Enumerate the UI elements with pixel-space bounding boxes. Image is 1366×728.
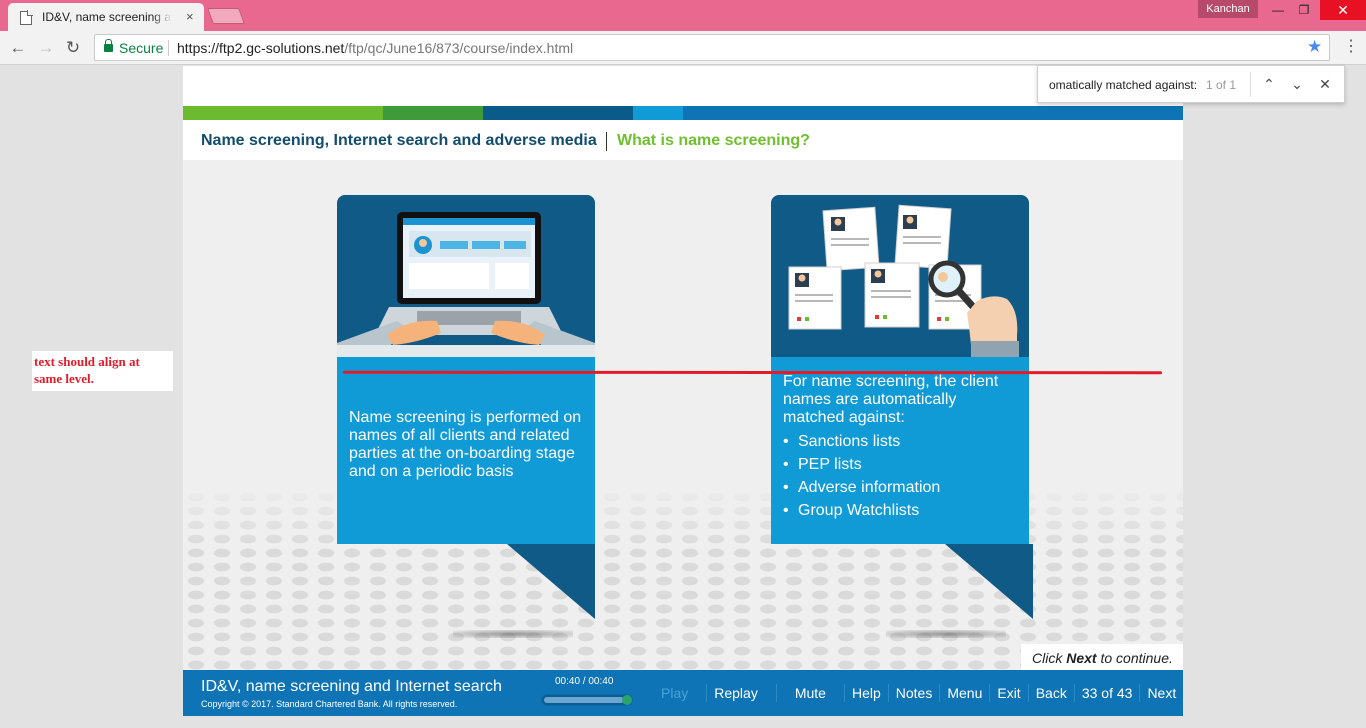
list-item: Adverse information xyxy=(783,479,940,497)
browser-menu-icon[interactable]: ⋮ xyxy=(1343,37,1359,57)
card-pointer xyxy=(507,544,595,619)
url-host: https://ftp2.gc-solutions.net xyxy=(177,40,345,56)
section-title: What is name screening? xyxy=(617,132,810,149)
playback-progress-bar[interactable] xyxy=(541,694,633,706)
find-match-count: 1 of 1 xyxy=(1206,78,1237,92)
player-footer: ID&V, name screening and Internet search… xyxy=(183,670,1183,716)
help-button[interactable]: Help xyxy=(843,684,888,702)
course-player: Name screening, Internet search and adve… xyxy=(183,66,1183,716)
document-icon xyxy=(20,10,33,25)
find-bar: omatically matched against: 1 of 1 ⌃ ⌄ ✕ xyxy=(1037,65,1345,103)
review-note: text should align at same level. xyxy=(32,351,173,391)
progress-knob[interactable] xyxy=(622,695,632,705)
new-tab-button[interactable] xyxy=(207,8,245,24)
notes-button[interactable]: Notes xyxy=(887,684,940,702)
right-card-intro: For name screening, the client names are… xyxy=(783,373,999,426)
menu-button[interactable]: Menu xyxy=(939,684,989,702)
color-strip xyxy=(183,106,1183,120)
strip-segment xyxy=(183,106,383,120)
list-item: Group Watchlists xyxy=(783,502,940,520)
restore-icon[interactable]: ❐ xyxy=(1290,0,1318,20)
left-card-text: Name screening is performed on names of … xyxy=(349,409,582,480)
page-counter: 33 of 43 xyxy=(1073,684,1140,702)
browser-toolbar: ← → ↻ Secure https://ftp2.gc-solutions.n… xyxy=(0,31,1366,65)
url-path: /ftp/qc/June16/873/course/index.html xyxy=(344,40,574,56)
progress-fill xyxy=(544,697,624,703)
secure-label: Secure xyxy=(119,40,164,56)
back-arrow-icon[interactable]: ← xyxy=(8,38,28,58)
player-nav: Play Replay Mute Help Notes Menu Exit Ba… xyxy=(649,670,1183,716)
back-button[interactable]: Back xyxy=(1027,684,1074,702)
exit-button[interactable]: Exit xyxy=(989,684,1027,702)
strip-segment xyxy=(483,106,633,120)
card-shadow xyxy=(453,630,573,638)
mute-button[interactable]: Mute xyxy=(775,684,844,702)
next-button[interactable]: Next xyxy=(1139,684,1183,702)
strip-segment xyxy=(633,106,683,120)
strip-segment xyxy=(683,106,1183,120)
card-shadow xyxy=(886,630,1006,638)
bookmark-star-icon[interactable]: ★ xyxy=(1307,37,1322,57)
reload-icon[interactable]: ↻ xyxy=(63,38,83,58)
list-item: Sanctions lists xyxy=(783,433,940,451)
floor-fade xyxy=(183,480,1183,550)
match-list: Sanctions lists PEP lists Adverse inform… xyxy=(783,433,940,525)
divider xyxy=(1250,72,1251,97)
course-title: Name screening, Internet search and adve… xyxy=(201,132,597,149)
list-item: PEP lists xyxy=(783,456,940,474)
forward-arrow-icon[interactable]: → xyxy=(36,38,56,58)
hint-prefix: Click xyxy=(1032,650,1067,666)
right-card-body: For name screening, the client names are… xyxy=(771,357,1029,544)
divider xyxy=(168,40,169,56)
course-header: Name screening, Internet search and adve… xyxy=(183,120,1183,160)
laptop-icon xyxy=(337,212,595,357)
minimize-icon[interactable]: — xyxy=(1264,0,1292,20)
find-next-icon[interactable]: ⌄ xyxy=(1289,75,1305,93)
browser-titlebar: ID&V, name screening and Internet search… xyxy=(0,0,1366,31)
tab-close-icon[interactable]: × xyxy=(186,10,194,24)
copyright: Copyright © 2017. Standard Chartered Ban… xyxy=(201,699,458,709)
profile-user-badge[interactable]: Kanchan xyxy=(1198,0,1258,18)
documents-illustration xyxy=(771,195,1029,357)
address-bar[interactable]: Secure https://ftp2.gc-solutions.net/ftp… xyxy=(94,34,1330,61)
hint-suffix: to continue. xyxy=(1096,650,1173,666)
play-button[interactable]: Play xyxy=(649,684,706,702)
continue-hint: Click Next to continue. xyxy=(1021,644,1183,670)
find-input[interactable]: omatically matched against: xyxy=(1049,78,1197,92)
find-close-icon[interactable]: ✕ xyxy=(1317,75,1333,93)
footer-course-title: ID&V, name screening and Internet search xyxy=(201,678,502,695)
window-close-icon[interactable]: ✕ xyxy=(1320,0,1366,20)
left-card-body: Name screening is performed on names of … xyxy=(337,357,595,544)
replay-button[interactable]: Replay xyxy=(706,684,776,702)
playback-time: 00:40 / 00:40 xyxy=(555,676,614,687)
card-pointer xyxy=(945,544,1033,619)
laptop-illustration xyxy=(337,195,595,357)
hint-next: Next xyxy=(1066,650,1097,666)
lock-icon xyxy=(104,39,113,52)
find-previous-icon[interactable]: ⌃ xyxy=(1261,75,1277,93)
magnifier-documents-icon xyxy=(788,204,1019,357)
strip-segment xyxy=(383,106,483,120)
slide-stage: Name screening is performed on names of … xyxy=(183,160,1183,670)
browser-tab[interactable]: ID&V, name screening and Internet search… xyxy=(8,3,204,31)
right-card: For name screening, the client names are… xyxy=(771,195,1033,625)
left-card: Name screening is performed on names of … xyxy=(337,195,595,625)
alignment-marker-line xyxy=(342,370,1163,375)
divider xyxy=(606,132,607,151)
url-text[interactable]: https://ftp2.gc-solutions.net/ftp/qc/Jun… xyxy=(177,40,573,56)
tab-title: ID&V, name screening and Internet search xyxy=(42,10,172,24)
